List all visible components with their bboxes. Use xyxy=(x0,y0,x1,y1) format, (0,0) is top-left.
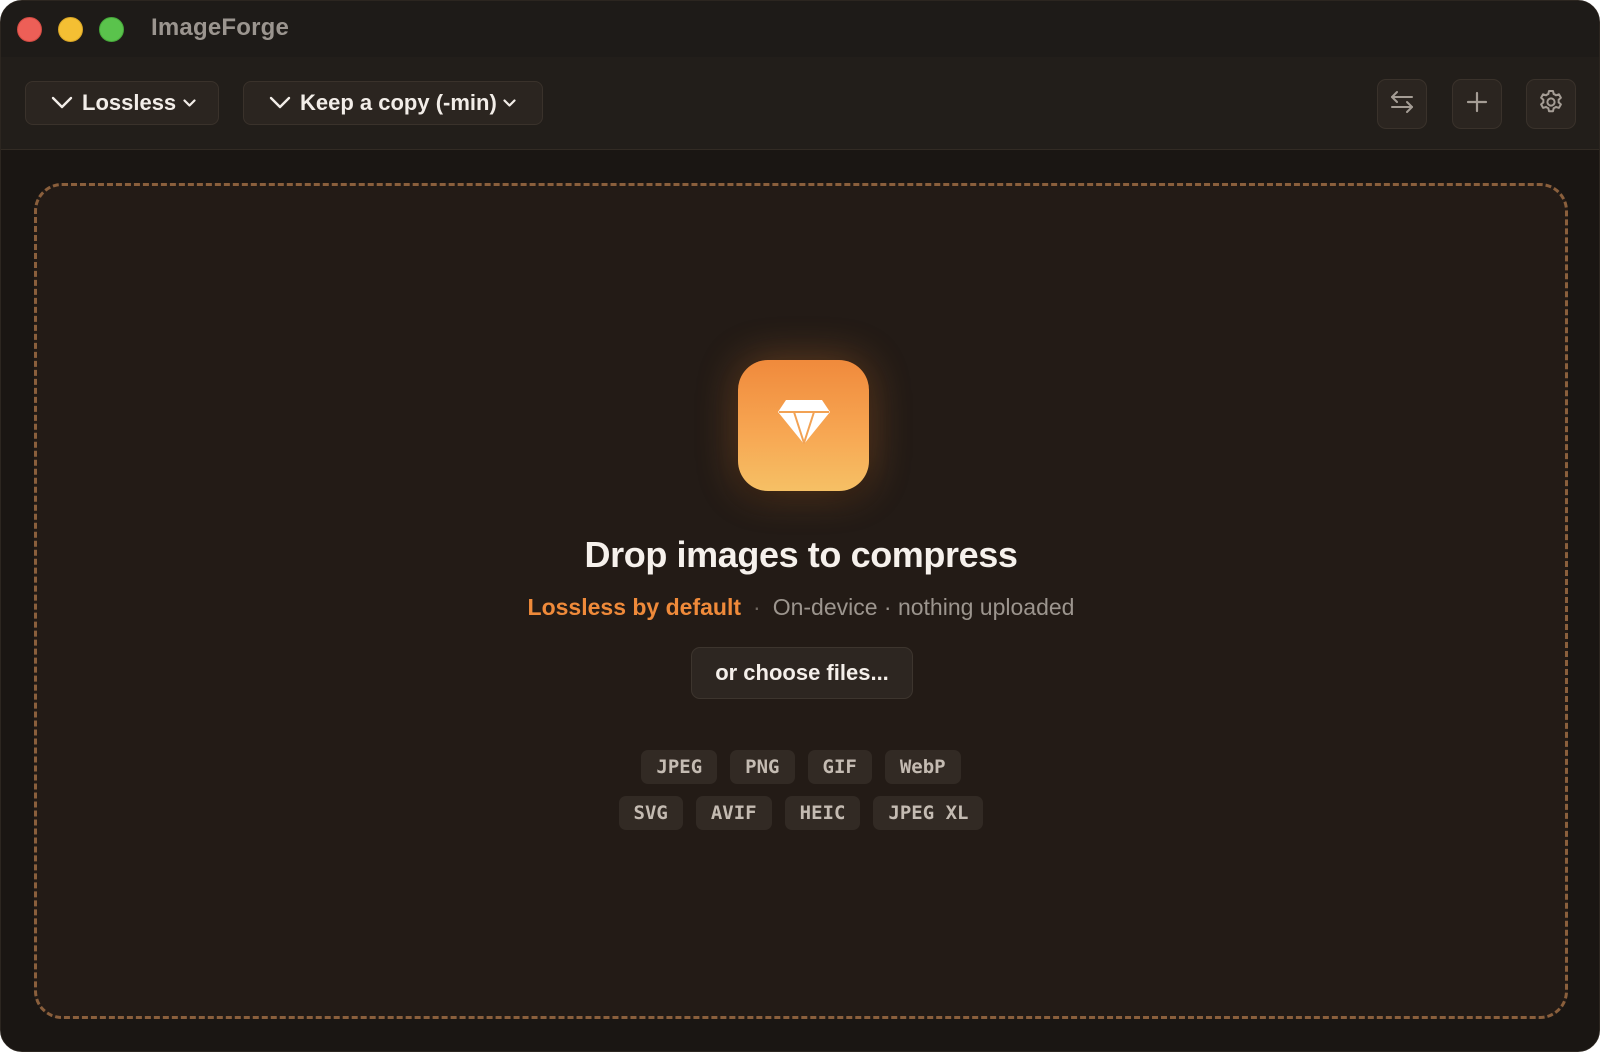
format-chip: WebP xyxy=(884,750,961,784)
add-button[interactable] xyxy=(1452,79,1502,129)
close-window-button[interactable] xyxy=(17,17,42,42)
drop-headline: Drop images to compress xyxy=(584,534,1018,575)
format-chip: SVG xyxy=(618,796,683,830)
chevron-down-icon xyxy=(268,91,292,115)
format-chip: HEIC xyxy=(784,796,861,830)
minimize-window-button[interactable] xyxy=(58,17,83,42)
choose-files-button[interactable]: or choose files... xyxy=(691,647,913,699)
format-chip: JPEG XL xyxy=(873,796,984,830)
compression-mode-label: Lossless xyxy=(82,90,177,115)
format-chips-row-2: SVG AVIF HEIC JPEG XL xyxy=(37,796,1565,830)
chevron-down-icon xyxy=(182,96,196,110)
drop-subtitle: Lossless by default · On-device · nothing … xyxy=(37,594,1565,621)
format-chip: GIF xyxy=(807,750,872,784)
settings-button[interactable] xyxy=(1526,79,1576,129)
toolbar: Lossless Keep a copy (-min) xyxy=(1,57,1599,150)
swap-button[interactable] xyxy=(1377,79,1427,129)
app-logo xyxy=(738,360,869,491)
main-content: Drop images to compress Lossless by defa… xyxy=(1,150,1599,1051)
format-chips-row-1: JPEG PNG GIF WebP xyxy=(37,750,1565,784)
format-chip: JPEG xyxy=(641,750,718,784)
chevron-down-icon xyxy=(50,91,74,115)
arrows-swap-icon xyxy=(1388,88,1416,121)
title-bar: ImageForge xyxy=(1,1,1599,57)
output-mode-label: Keep a copy (-min) xyxy=(300,90,497,115)
format-chip: AVIF xyxy=(695,796,772,830)
window-title: ImageForge xyxy=(151,14,290,41)
privacy-text: On-device · nothing uploaded xyxy=(772,594,1075,620)
diamond-icon xyxy=(776,398,832,453)
compression-mode-dropdown[interactable]: Lossless xyxy=(25,81,219,125)
gear-icon xyxy=(1537,88,1565,121)
chevron-down-icon xyxy=(503,96,517,110)
maximize-window-button[interactable] xyxy=(99,17,124,42)
image-drop-zone[interactable]: Drop images to compress Lossless by defa… xyxy=(34,183,1568,1019)
app-window: ImageForge Lossless Keep a copy (-min) D… xyxy=(0,0,1600,1052)
lossless-default-text: Lossless by default xyxy=(527,594,742,620)
output-mode-dropdown[interactable]: Keep a copy (-min) xyxy=(243,81,543,125)
plus-icon xyxy=(1465,90,1489,119)
separator-dot: · xyxy=(753,594,761,620)
format-chip: PNG xyxy=(730,750,795,784)
